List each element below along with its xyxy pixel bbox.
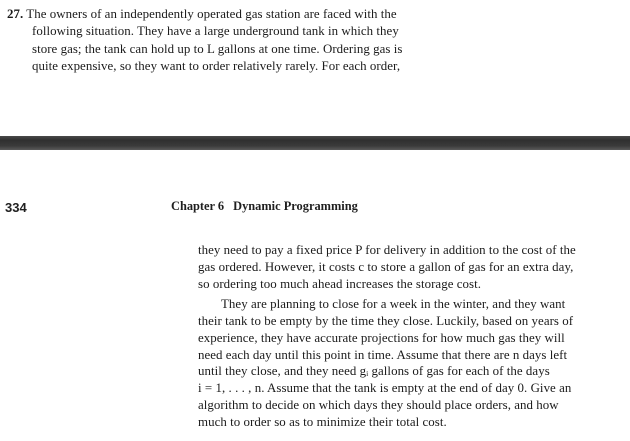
- problem-statement-top: 27. The owners of an independently opera…: [7, 6, 453, 75]
- body-line: algorithm to decide on which days they s…: [198, 397, 559, 412]
- body-line: much to order so as to minimize their to…: [198, 414, 447, 429]
- body-line: so ordering too much ahead increases the…: [198, 276, 481, 291]
- problem-line-3: store gas; the tank can hold up to L gal…: [32, 41, 403, 56]
- page-break-divider: [0, 136, 630, 150]
- body-line: their tank to be empty by the time they …: [198, 314, 574, 328]
- chapter-title: Dynamic Programming: [233, 199, 358, 213]
- body-text: they need to pay a fixed price P for del…: [198, 242, 619, 430]
- body-line: they need to pay a fixed price P for del…: [198, 243, 576, 257]
- body-line: need each day until this point in time. …: [198, 347, 568, 362]
- chapter-label: Chapter 6: [171, 199, 225, 213]
- page-number: 334: [5, 200, 27, 215]
- problem-line-2: following situation. They have a large u…: [32, 24, 399, 39]
- problem-line-4: quite expensive, so they want to order r…: [32, 58, 401, 73]
- problem-line-1: 27. The owners of an independently opera…: [7, 7, 397, 21]
- body-line: i = 1, . . . , n. Assume that the tank i…: [198, 381, 572, 395]
- body-line: They are planning to close for a week in…: [221, 297, 566, 312]
- body-line: until they close, and they need gᵢ gallo…: [198, 364, 550, 379]
- body-line: experience, they have accurate projectio…: [198, 330, 565, 345]
- problem-number: 27.: [7, 7, 24, 21]
- running-header: Chapter 6 Dynamic Programming: [171, 199, 358, 214]
- body-line: gas ordered. However, it costs c to stor…: [198, 259, 574, 274]
